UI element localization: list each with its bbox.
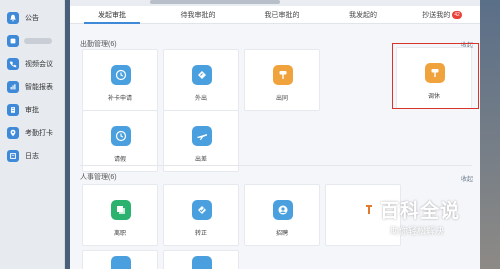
tile-label: 请假 <box>113 157 126 163</box>
document-icon <box>7 104 19 116</box>
section-title-attendance: 出勤管理(6) <box>80 41 117 48</box>
tab-cc-to-me[interactable]: 抄送我的 42 <box>406 6 478 24</box>
sidebar-item-announcement[interactable]: 公告 <box>0 8 65 28</box>
paint-roller-icon <box>273 65 293 85</box>
log-icon <box>7 150 19 162</box>
tile-label: 离职 <box>113 231 126 237</box>
tile-label: 招聘 <box>275 231 288 237</box>
bell-icon <box>7 12 19 24</box>
notification-badge: 42 <box>452 11 462 19</box>
section-title-hr: 人事管理(6) <box>80 174 117 181</box>
tile-label: 转正 <box>194 231 207 237</box>
tile-label: 出同 <box>275 96 288 102</box>
section-divider <box>80 165 472 166</box>
airplane-icon <box>192 126 212 146</box>
approval-tile-business[interactable]: 出同 <box>244 49 320 111</box>
tab-label: 抄送我的 <box>422 12 451 19</box>
recruit-icon <box>273 200 293 220</box>
tile-label: 外出 <box>194 96 207 102</box>
approval-tile-resignation[interactable]: 离职 <box>82 184 158 246</box>
approval-tile-business-trip[interactable]: 出差 <box>163 110 239 172</box>
tab-pending-my-approval[interactable]: 待我审批的 <box>156 6 240 24</box>
sidebar-item-video-meeting[interactable]: 视频会议 <box>0 54 65 74</box>
watermark-logo-icon <box>361 199 377 219</box>
regularize-icon <box>192 200 212 220</box>
tab-label: 我已审批的 <box>264 12 300 19</box>
sidebar-item-approval[interactable]: 审批 <box>0 100 65 120</box>
sidebar-item-label: 审批 <box>25 107 39 114</box>
location-icon <box>7 127 19 139</box>
sidebar-item-smart-report[interactable]: 智能报表 <box>0 77 65 97</box>
blurred-title <box>150 0 280 4</box>
tab-label: 待我审批的 <box>180 12 216 19</box>
approval-tile-regularization[interactable]: 转正 <box>163 184 239 246</box>
sidebar-item-label: 日志 <box>25 153 39 160</box>
sidebar-item-label: 考勤打卡 <box>25 130 53 137</box>
sidebar-item-blurred[interactable] <box>0 31 65 51</box>
chart-icon <box>7 81 19 93</box>
watermark-title: 百科全说 <box>380 201 461 222</box>
approval-tile-recruitment[interactable]: 招聘 <box>244 184 320 246</box>
sidebar-item-label: 智能报表 <box>25 84 53 91</box>
tab-initiated-by-me[interactable]: 我发起的 <box>324 6 402 24</box>
sidebar-item-label: 公告 <box>25 15 39 22</box>
phone-icon <box>7 58 19 70</box>
tile-label: 出差 <box>194 157 207 163</box>
outing-icon <box>192 65 212 85</box>
collapse-button[interactable]: 收起 <box>461 174 473 183</box>
tab-label: 发起审批 <box>98 12 126 19</box>
approval-tile-outing[interactable]: 外出 <box>163 49 239 111</box>
approval-tile-leave-request[interactable]: 请假 <box>82 110 158 172</box>
sidebar: 公告 视频会议 智能报表 审批 考勤打卡 日志 <box>0 0 65 269</box>
tab-approved-by-me[interactable]: 我已审批的 <box>240 6 324 24</box>
clock-icon <box>111 65 131 85</box>
tab-initiate-approval[interactable]: 发起审批 <box>70 6 154 24</box>
leave-icon <box>111 200 131 220</box>
tile-label: 补卡申请 <box>107 96 132 102</box>
app-icon <box>192 256 212 269</box>
sidebar-item-attendance[interactable]: 考勤打卡 <box>0 123 65 143</box>
window-edge <box>480 0 500 269</box>
blurred-label <box>24 38 52 44</box>
watermark-subtitle: 助你轻松解决 <box>390 226 445 236</box>
approval-tile-partial[interactable] <box>82 250 158 269</box>
approval-tile-reissue-card[interactable]: 补卡申请 <box>82 49 158 111</box>
sidebar-item-log[interactable]: 日志 <box>0 146 65 166</box>
approval-tile-partial[interactable] <box>163 250 239 269</box>
app-icon <box>111 256 131 269</box>
highlight-box <box>392 43 479 109</box>
tab-label: 我发起的 <box>349 12 377 19</box>
sidebar-item-label: 视频会议 <box>25 61 53 68</box>
clock-icon <box>111 126 131 146</box>
tab-bar: 发起审批 待我审批的 我已审批的 我发起的 抄送我的 42 <box>70 6 480 24</box>
watermark: 百科全说 助你轻松解决 <box>360 196 480 246</box>
app-icon <box>7 35 19 47</box>
